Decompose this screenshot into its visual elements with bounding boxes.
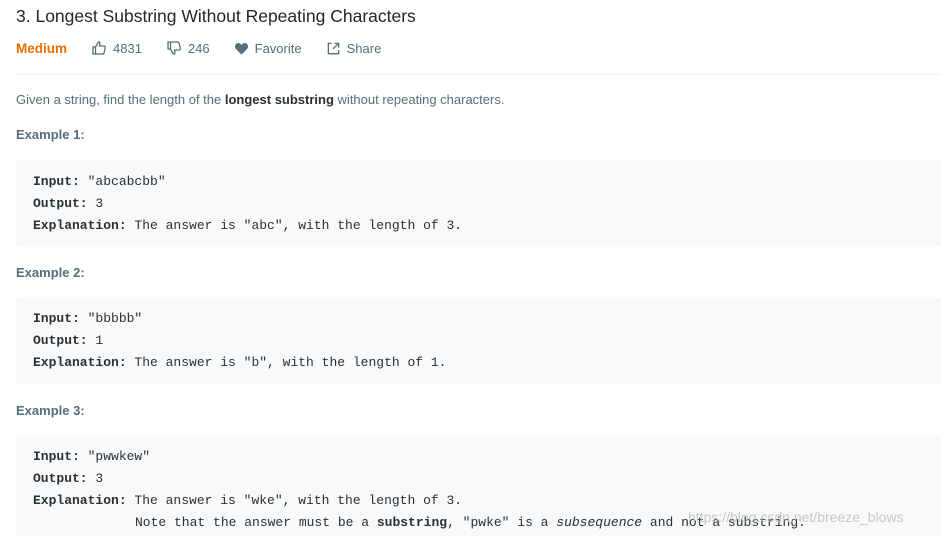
favorite-button[interactable]: Favorite xyxy=(234,41,302,56)
output-label: Output: xyxy=(33,333,88,348)
explanation-text: The answer is "wke", with the length of … xyxy=(126,493,463,508)
header-divider xyxy=(16,74,941,75)
explanation-text: The answer is "abc", with the length of … xyxy=(126,218,463,233)
note-emphasis: substring xyxy=(376,515,448,530)
dislike-count: 246 xyxy=(187,40,210,56)
watermark: https://blog.csdn.net/breeze_blows xyxy=(688,509,904,525)
explanation-label: Explanation: xyxy=(33,355,127,370)
example-3-input-line: Input: "pwwkew" xyxy=(33,449,150,464)
difficulty-label: Medium xyxy=(16,40,68,56)
output-label: Output: xyxy=(33,196,88,211)
output-value: 1 xyxy=(87,333,104,348)
explanation-text: The answer is "b", with the length of 1. xyxy=(126,355,447,370)
example-2-title: Example 2: xyxy=(16,265,85,280)
example-2-output-line: Output: 1 xyxy=(33,333,103,348)
problem-title: 3. Longest Substring Without Repeating C… xyxy=(16,6,416,26)
description-text-end: without repeating characters. xyxy=(333,92,505,107)
dislike-button[interactable]: 246 xyxy=(166,40,210,56)
description-emphasis: longest substring xyxy=(224,92,334,107)
example-3-output-line: Output: 3 xyxy=(33,471,103,486)
output-value: 3 xyxy=(87,196,104,211)
input-value: "abcabcbb" xyxy=(79,174,166,189)
share-label: Share xyxy=(346,40,382,56)
thumbs-up-icon xyxy=(92,41,107,55)
example-1-code-block: Input: "abcabcbb" Output: 3 Explanation:… xyxy=(16,160,941,247)
example-1-title: Example 1: xyxy=(16,127,85,142)
example-1-explanation-line: Explanation: The answer is "abc", with t… xyxy=(33,218,462,233)
like-button[interactable]: 4831 xyxy=(91,40,142,56)
explanation-label: Explanation: xyxy=(33,493,127,508)
example-2-input-line: Input: "bbbbb" xyxy=(33,311,142,326)
example-1-input-line: Input: "abcabcbb" xyxy=(33,174,166,189)
note-text-mid: , "pwke" is a xyxy=(447,515,557,530)
description-text: Given a string, find the length of the xyxy=(16,92,225,107)
input-label: Input: xyxy=(33,311,80,326)
output-value: 3 xyxy=(87,471,104,486)
note-italic: subsequence xyxy=(556,515,643,530)
thumbs-down-icon xyxy=(167,41,181,55)
input-label: Input: xyxy=(33,174,80,189)
example-1-output-line: Output: 3 xyxy=(33,196,103,211)
example-2-code-block: Input: "bbbbb" Output: 1 Explanation: Th… xyxy=(16,297,941,384)
input-value: "bbbbb" xyxy=(79,311,143,326)
output-label: Output: xyxy=(33,471,88,486)
explanation-label: Explanation: xyxy=(33,218,127,233)
note-text: Note that the answer must be a xyxy=(135,515,377,530)
example-2-explanation-line: Explanation: The answer is "b", with the… xyxy=(33,355,446,370)
problem-description: Given a string, find the length of the l… xyxy=(16,92,504,107)
example-3-title: Example 3: xyxy=(16,403,85,418)
share-icon xyxy=(327,42,339,54)
example-3-explanation-line: Explanation: The answer is "wke", with t… xyxy=(33,493,462,508)
heart-icon xyxy=(234,42,248,55)
share-button[interactable]: Share xyxy=(326,40,382,56)
favorite-label: Favorite xyxy=(254,40,302,56)
problem-meta-bar: Medium 4831 246 Favorite Share xyxy=(16,38,405,58)
input-label: Input: xyxy=(33,449,80,464)
input-value: "pwwkew" xyxy=(79,449,151,464)
like-count: 4831 xyxy=(113,40,142,56)
